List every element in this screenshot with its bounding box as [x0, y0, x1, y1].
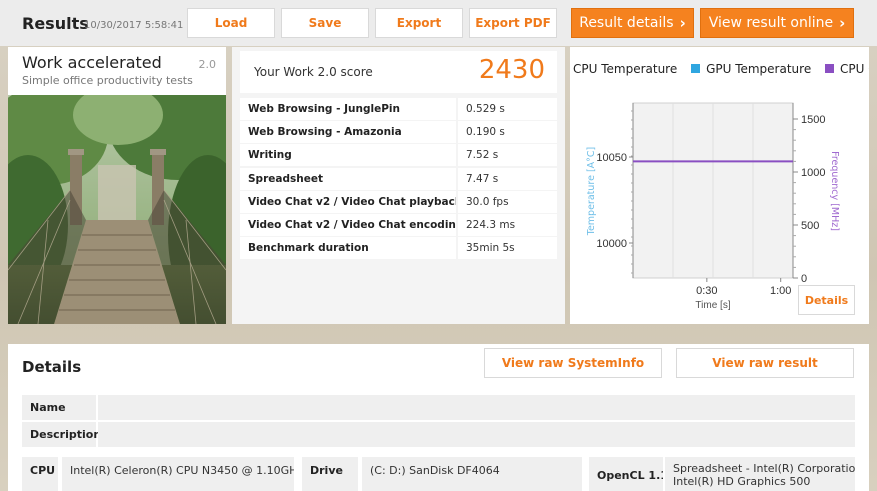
- table-row: Web Browsing - JunglePin 0.529 s: [240, 98, 557, 120]
- cpu-label: CPU: [22, 457, 58, 491]
- y-left-axis-title: Temperature [A°C]: [586, 147, 597, 237]
- score-box: Your Work 2.0 score 2430: [240, 51, 557, 93]
- y-right-tick-label: 1500: [801, 114, 825, 126]
- save-button[interactable]: Save: [281, 8, 369, 38]
- test-thumbnail-image: [8, 95, 226, 324]
- row-value: 30.0 fps: [458, 190, 557, 213]
- score-card: Your Work 2.0 score 2430 Web Browsing - …: [232, 47, 565, 324]
- row-value: 35min 5s: [458, 237, 557, 260]
- name-field[interactable]: [98, 395, 855, 420]
- legend-label: CPU Cl: [840, 62, 869, 76]
- result-details-label: Result details: [579, 15, 674, 31]
- table-row: Writing 7.52 s: [240, 144, 557, 167]
- score-value: 2430: [478, 55, 545, 85]
- result-details-button[interactable]: Result details ›: [571, 8, 694, 38]
- score-label: Your Work 2.0 score: [254, 65, 373, 79]
- y-right-tick-label: 500: [801, 220, 819, 232]
- results-title: Results: [22, 14, 89, 33]
- results-header: Results 10/30/2017 5:58:41 A Load Save E…: [0, 0, 877, 46]
- monitoring-chart-card: CPU Temperature GPU Temperature CPU Cl 1…: [570, 47, 869, 324]
- table-row: Spreadsheet 7.47 s: [240, 167, 557, 190]
- results-date: 10/30/2017 5:58:41 A: [84, 20, 184, 31]
- test-subtitle: Simple office productivity tests: [22, 74, 193, 87]
- chevron-right-icon: ›: [839, 14, 846, 32]
- x-tick-label: 1:00: [770, 285, 791, 297]
- row-value: 0.529 s: [458, 98, 557, 120]
- row-value: 0.190 s: [458, 121, 557, 144]
- y-left-tick-label: 10000: [596, 238, 627, 250]
- load-button[interactable]: Load: [187, 8, 275, 38]
- export-pdf-button[interactable]: Export PDF: [469, 8, 557, 38]
- row-value: 7.52 s: [458, 144, 557, 167]
- chart-legend: CPU Temperature GPU Temperature CPU Cl: [573, 62, 869, 76]
- legend-label: GPU Temperature: [706, 62, 812, 76]
- cpu-value: Intel(R) Celeron(R) CPU N3450 @ 1.10GHz: [62, 457, 294, 491]
- y-right-tick-label: 1000: [801, 167, 825, 179]
- row-name: Video Chat v2 / Video Chat playback 1 v: [240, 190, 456, 213]
- monitoring-chart: 10050 10000 1500 1000 500 0 Temperature [A°C] F…: [586, 102, 840, 311]
- view-result-online-button[interactable]: View result online ›: [700, 8, 854, 38]
- view-raw-systeminfo-button[interactable]: View raw SystemInfo: [484, 348, 662, 378]
- test-card: Work accelerated 2.0 Simple office produ…: [8, 47, 226, 324]
- opencl-value-line: Spreadsheet - Intel(R) Corporation: [673, 462, 855, 475]
- row-name: Web Browsing - JunglePin: [240, 98, 456, 120]
- table-row: Video Chat v2 / Video Chat playback 1 v …: [240, 190, 557, 213]
- view-raw-result-button[interactable]: View raw result: [676, 348, 854, 378]
- row-name: Video Chat v2 / Video Chat encoding v2: [240, 213, 456, 236]
- legend-swatch: [691, 64, 701, 73]
- y-right-axis-title: Frequency [MHz]: [829, 151, 840, 231]
- row-value: 224.3 ms: [458, 213, 557, 236]
- table-row: Video Chat v2 / Video Chat encoding v2 2…: [240, 213, 557, 236]
- x-tick-label: 0:30: [696, 285, 717, 297]
- opencl-value-line: Intel(R) HD Graphics 500: [673, 475, 811, 488]
- opencl-label: OpenCL 1.1: [589, 457, 663, 491]
- description-row: Description: [22, 422, 855, 447]
- description-field[interactable]: [98, 422, 855, 447]
- chevron-right-icon: ›: [679, 14, 686, 32]
- name-row: Name: [22, 395, 855, 420]
- drive-value: (C: D:) SanDisk DF4064: [362, 457, 582, 491]
- row-name: Spreadsheet: [240, 167, 456, 190]
- row-name: Web Browsing - Amazonia: [240, 121, 456, 144]
- row-name: Benchmark duration: [240, 237, 456, 260]
- legend-swatch: [825, 64, 835, 73]
- details-title: Details: [22, 358, 82, 376]
- test-name: Work accelerated: [22, 53, 162, 72]
- name-label: Name: [22, 395, 96, 420]
- drive-label: Drive: [302, 457, 358, 491]
- table-row: Benchmark duration 35min 5s: [240, 237, 557, 260]
- row-value: 7.47 s: [458, 167, 557, 190]
- row-name: Writing: [240, 144, 456, 167]
- test-version: 2.0: [198, 58, 217, 71]
- export-button[interactable]: Export: [375, 8, 463, 38]
- legend-label: CPU Temperature: [573, 62, 678, 76]
- table-row: Web Browsing - Amazonia 0.190 s: [240, 121, 557, 144]
- opencl-value: Spreadsheet - Intel(R) Corporation Intel…: [665, 457, 855, 491]
- chart-details-button[interactable]: Details: [798, 285, 855, 315]
- y-left-tick-label: 10050: [596, 152, 627, 164]
- x-axis-title: Time [s]: [695, 300, 730, 311]
- y-right-tick-label: 0: [801, 273, 807, 285]
- view-result-online-label: View result online: [708, 15, 834, 31]
- details-panel: Details View raw SystemInfo View raw res…: [8, 344, 869, 491]
- legend-item: CPU Temperature: [573, 62, 677, 76]
- score-breakdown-table: Web Browsing - JunglePin 0.529 s Web Bro…: [240, 98, 557, 260]
- description-label: Description: [22, 422, 101, 447]
